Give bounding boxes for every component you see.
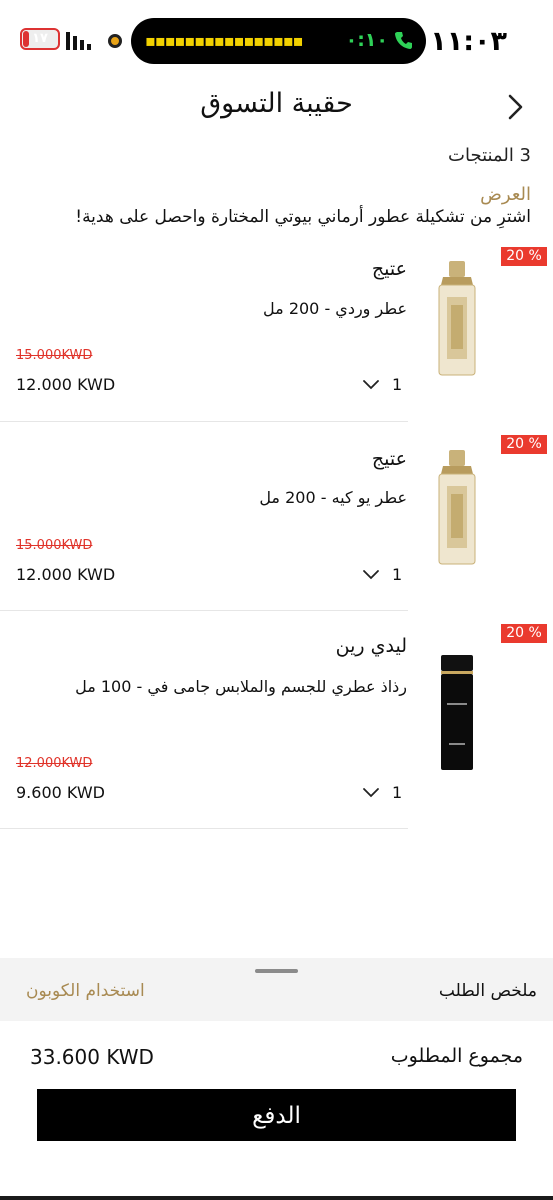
offer-text[interactable]: اشترِ من تشكيلة عطور أرماني بيوتي المختا…: [75, 207, 531, 227]
total-label: مجموع المطلوب: [390, 1045, 523, 1067]
shopping-bag-screen: ١٧ ▪▪▪▪▪▪▪▪▪▪▪▪▪▪▪▪ ٠:١٠ ١١:٠٣ حقيبة الت…: [0, 0, 553, 1200]
gold-perfume-bottle-icon[interactable]: [427, 444, 487, 574]
sale-price: 12.000 KWD: [16, 375, 116, 394]
black-spray-bottle-icon[interactable]: [427, 645, 487, 775]
divider: [0, 828, 408, 829]
items-count: 3 المنتجات: [448, 145, 531, 166]
battery-icon: ١٧: [20, 28, 60, 50]
product-name[interactable]: رذاذ عطري للجسم والملابس جامى في - 100 م…: [75, 677, 407, 696]
home-indicator: [0, 1196, 553, 1200]
status-bar: ١٧ ▪▪▪▪▪▪▪▪▪▪▪▪▪▪▪▪ ٠:١٠ ١١:٠٣: [0, 0, 553, 80]
order-summary-label: ملخص الطلب: [438, 981, 537, 1001]
drag-handle[interactable]: [255, 969, 298, 973]
dynamic-island[interactable]: ▪▪▪▪▪▪▪▪▪▪▪▪▪▪▪▪ ٠:١٠: [131, 18, 426, 64]
divider: [0, 610, 408, 611]
chevron-right-icon[interactable]: [503, 92, 527, 122]
product-brand[interactable]: عتيج: [372, 448, 407, 470]
offer-title: العرض: [480, 184, 531, 205]
page-title: حقيبة التسوق: [200, 88, 353, 119]
quantity-value[interactable]: 1: [392, 565, 402, 584]
recording-indicator-icon: [108, 34, 122, 48]
call-timer: ٠:١٠: [345, 29, 388, 51]
order-summary-bar[interactable]: ملخص الطلب استخدام الكوبون: [0, 958, 553, 1021]
original-price: 15.000KWD: [16, 348, 93, 363]
sale-price: 9.600 KWD: [16, 783, 105, 802]
discount-badge: 20 %: [501, 624, 547, 643]
chevron-down-icon[interactable]: [362, 569, 380, 581]
quantity-value[interactable]: 1: [392, 375, 402, 394]
audio-waveform-icon: ▪▪▪▪▪▪▪▪▪▪▪▪▪▪▪▪: [145, 31, 303, 50]
pay-button[interactable]: الدفع: [37, 1089, 516, 1141]
divider: [0, 421, 408, 422]
phone-icon: [395, 32, 412, 49]
original-price: 15.000KWD: [16, 538, 93, 553]
quantity-value[interactable]: 1: [392, 783, 402, 802]
product-brand[interactable]: ليدي رين: [336, 635, 407, 657]
original-price: 12.000KWD: [16, 756, 93, 771]
signal-bars-icon: [66, 32, 91, 50]
battery-level-text: ١٧: [32, 31, 48, 46]
chevron-down-icon[interactable]: [362, 379, 380, 391]
use-coupon-link[interactable]: استخدام الكوبون: [26, 981, 145, 1001]
discount-badge: 20 %: [501, 247, 547, 266]
sale-price: 12.000 KWD: [16, 565, 116, 584]
discount-badge: 20 %: [501, 435, 547, 454]
total-value: 33.600 KWD: [30, 1045, 154, 1069]
product-name[interactable]: عطر يو كيه - 200 مل: [259, 488, 407, 507]
gold-perfume-bottle-icon[interactable]: [427, 255, 487, 385]
status-time: ١١:٠٣: [430, 26, 507, 57]
product-name[interactable]: عطر وردي - 200 مل: [263, 299, 407, 318]
product-brand[interactable]: عتيج: [372, 258, 407, 280]
chevron-down-icon[interactable]: [362, 787, 380, 799]
